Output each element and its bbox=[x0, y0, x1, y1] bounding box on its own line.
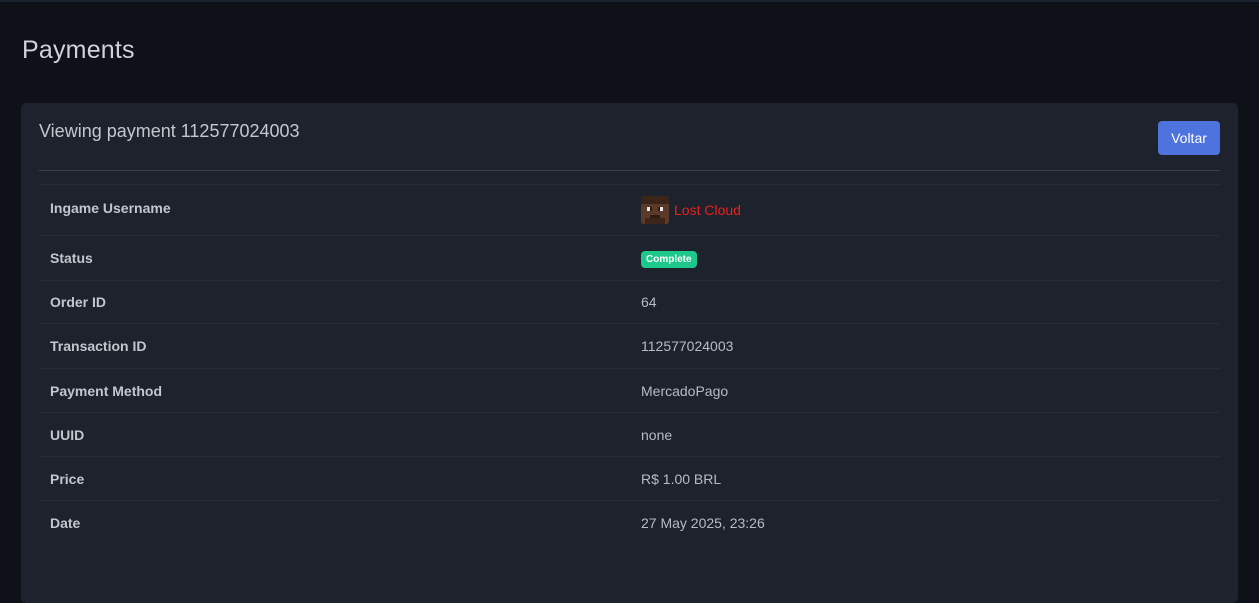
order-id-value: 64 bbox=[641, 294, 657, 310]
payment-method-value: MercadoPago bbox=[641, 382, 729, 399]
payment-card: Viewing payment 112577024003 Voltar Inga… bbox=[21, 103, 1238, 603]
table-row: Payment Method MercadoPago bbox=[39, 368, 1220, 413]
divider bbox=[39, 170, 1220, 171]
date-label: Date bbox=[50, 514, 81, 531]
uuid-label: UUID bbox=[50, 426, 85, 443]
transaction-id-value: 112577024003 bbox=[641, 338, 734, 354]
status-cell: Complete bbox=[630, 236, 1220, 281]
table-row: Date 27 May 2025, 23:26 bbox=[39, 500, 1220, 545]
table-row: Ingame Username Lost Cloud bbox=[39, 184, 1220, 236]
payment-details-table: Ingame Username Lost Cloud Status Comple bbox=[39, 184, 1220, 545]
username-link[interactable]: Lost Cloud bbox=[674, 202, 741, 218]
status-badge: Complete bbox=[641, 250, 697, 268]
table-row: Order ID 64 bbox=[39, 280, 1220, 324]
date-value: 27 May 2025, 23:26 bbox=[641, 514, 765, 531]
uuid-value: none bbox=[641, 426, 673, 443]
price-value: R$ 1.00 BRL bbox=[641, 470, 722, 487]
card-title: Viewing payment 112577024003 bbox=[39, 121, 300, 141]
username-label: Ingame Username bbox=[50, 200, 171, 216]
price-label: Price bbox=[50, 470, 85, 487]
transaction-id-label: Transaction ID bbox=[50, 338, 147, 354]
payment-method-label: Payment Method bbox=[50, 382, 163, 399]
page-title: Payments bbox=[22, 36, 135, 64]
back-button[interactable]: Voltar bbox=[1158, 121, 1220, 155]
table-row: Status Complete bbox=[39, 235, 1220, 281]
table-row: Transaction ID 112577024003 bbox=[39, 323, 1220, 369]
player-avatar-icon bbox=[641, 196, 669, 224]
username-cell: Lost Cloud bbox=[630, 185, 1220, 236]
status-label: Status bbox=[50, 250, 93, 266]
order-id-label: Order ID bbox=[50, 294, 107, 310]
table-row: UUID none bbox=[39, 412, 1220, 457]
top-border bbox=[0, 0, 1259, 2]
table-row: Price R$ 1.00 BRL bbox=[39, 456, 1220, 501]
